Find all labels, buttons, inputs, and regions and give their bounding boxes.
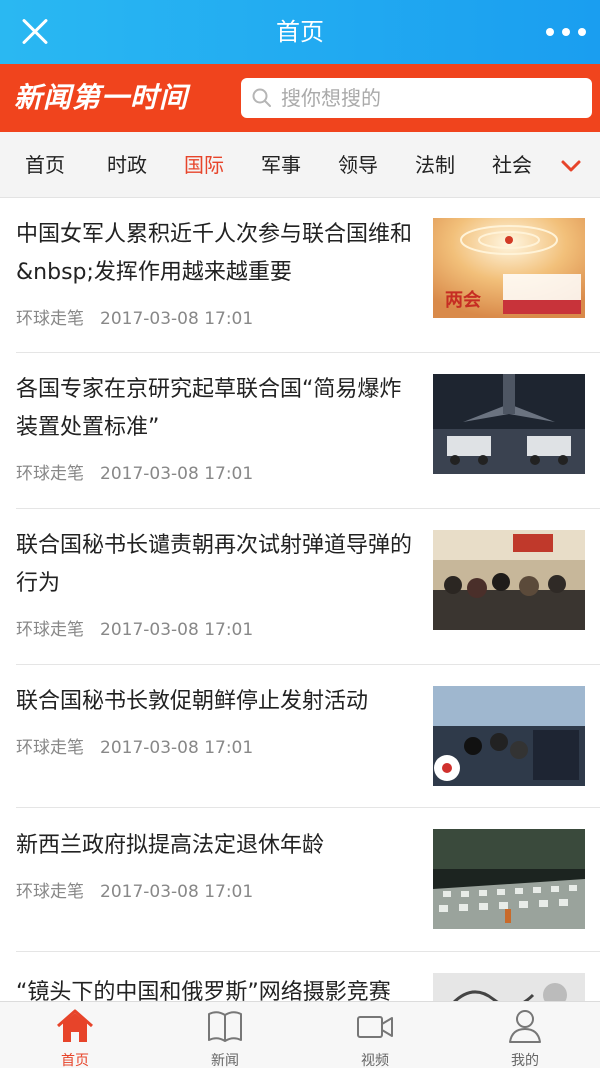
tab-label: 首页	[61, 1053, 89, 1068]
article-title[interactable]: 中国女军人累积近千人次参与联合国维和&nbsp;发挥作用越来越重要	[16, 216, 418, 292]
list-item[interactable]: 联合国秘书长谴责朝再次试射弹道导弹的行为 环球走笔 2017-03-08 17:0…	[0, 509, 600, 665]
tab-politics[interactable]: 时政	[107, 132, 147, 198]
more-icon[interactable]	[546, 20, 586, 44]
article-time: 2017-03-08 17:01	[100, 620, 254, 640]
tab-label: 视频	[361, 1053, 389, 1068]
tab-label: 新闻	[211, 1053, 239, 1068]
article-time: 2017-03-08 17:01	[100, 464, 254, 484]
list-item[interactable]: 各国专家在京研究起草联合国“简易爆炸装置处置标准” 环球走笔 2017-03-08…	[0, 353, 600, 509]
search-icon	[252, 88, 271, 107]
article-source: 环球走笔	[16, 309, 84, 329]
article-title[interactable]: 联合国秘书长敦促朝鲜停止发射活动	[16, 683, 418, 721]
search-box[interactable]	[241, 78, 592, 118]
article-thumbnail[interactable]	[433, 686, 585, 786]
article-meta: 环球走笔 2017-03-08 17:01	[16, 459, 253, 484]
article-meta: 环球走笔 2017-03-08 17:01	[16, 304, 253, 329]
article-source: 环球走笔	[16, 738, 84, 758]
tab-label: 我的	[511, 1053, 539, 1068]
tab-bar-home[interactable]: 首页	[0, 1002, 150, 1068]
article-meta: 环球走笔 2017-03-08 17:01	[16, 615, 253, 640]
article-thumbnail[interactable]	[433, 829, 585, 929]
tab-bar-video[interactable]: 视频	[300, 1002, 450, 1068]
article-source: 环球走笔	[16, 620, 84, 640]
article-source: 环球走笔	[16, 464, 84, 484]
article-source: 环球走笔	[16, 882, 84, 902]
user-icon	[509, 1010, 541, 1043]
home-icon	[57, 1009, 93, 1042]
article-time: 2017-03-08 17:01	[100, 309, 254, 329]
thumb-caption: 两会	[445, 289, 481, 311]
tab-leaders[interactable]: 领导	[338, 132, 378, 198]
tab-bar-news[interactable]: 新闻	[150, 1002, 300, 1068]
category-nav: 首页 时政 国际 军事 领导 法制 社会	[0, 132, 600, 198]
page-title: 首页	[276, 18, 324, 46]
article-thumbnail[interactable]: 两会	[433, 218, 585, 318]
tab-society[interactable]: 社会	[492, 132, 532, 198]
article-thumbnail[interactable]	[433, 530, 585, 630]
search-input[interactable]	[281, 78, 581, 118]
article-title[interactable]: 各国专家在京研究起草联合国“简易爆炸装置处置标准”	[16, 371, 418, 447]
brand-bar: 新闻第一时间	[0, 64, 600, 132]
list-item[interactable]: 联合国秘书长敦促朝鲜停止发射活动 环球走笔 2017-03-08 17:01	[0, 665, 600, 808]
tab-international[interactable]: 国际	[184, 132, 224, 198]
title-bar: 首页	[0, 0, 600, 64]
article-time: 2017-03-08 17:01	[100, 882, 254, 902]
bottom-tab-bar: 首页 新闻 视频 我的	[0, 1001, 600, 1068]
article-title[interactable]: 新西兰政府拟提高法定退休年龄	[16, 827, 418, 865]
article-meta: 环球走笔 2017-03-08 17:01	[16, 877, 253, 902]
list-item[interactable]: 新西兰政府拟提高法定退休年龄 环球走笔 2017-03-08 17:01	[0, 808, 600, 952]
list-item[interactable]: 中国女军人累积近千人次参与联合国维和&nbsp;发挥作用越来越重要 环球走笔 20…	[0, 199, 600, 353]
article-meta: 环球走笔 2017-03-08 17:01	[16, 733, 253, 758]
tab-bar-profile[interactable]: 我的	[450, 1002, 600, 1068]
tab-military[interactable]: 军事	[261, 132, 301, 198]
article-thumbnail[interactable]	[433, 374, 585, 474]
tab-home[interactable]: 首页	[25, 132, 65, 198]
tab-law[interactable]: 法制	[415, 132, 455, 198]
article-time: 2017-03-08 17:01	[100, 738, 254, 758]
video-camera-icon	[357, 1016, 393, 1038]
book-icon	[208, 1011, 242, 1042]
article-title[interactable]: 联合国秘书长谴责朝再次试射弹道导弹的行为	[16, 527, 418, 603]
chevron-down-icon[interactable]	[559, 154, 583, 178]
site-logo[interactable]: 新闻第一时间	[14, 78, 214, 118]
